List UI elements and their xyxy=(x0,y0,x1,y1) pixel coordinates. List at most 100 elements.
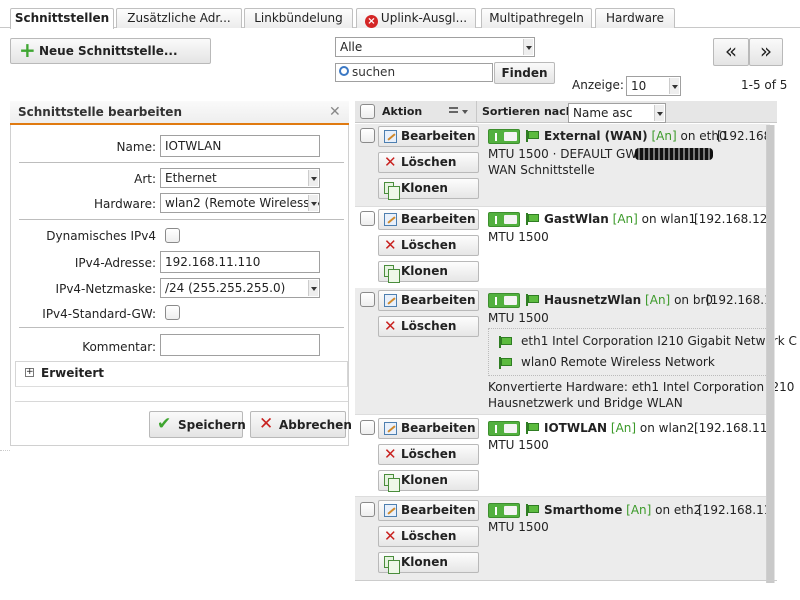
dynamic-ipv4-checkbox[interactable] xyxy=(165,228,180,243)
list-item: Bearbeiten ✕ Löschen HausnetzWlan [An] on… xyxy=(355,288,797,414)
display-count-select[interactable]: 10 xyxy=(626,76,681,96)
interface-title: IOTWLAN [An] on wlan2 xyxy=(544,421,694,435)
enable-toggle[interactable] xyxy=(488,129,520,144)
delete-icon: ✕ xyxy=(384,153,397,171)
left-gutter xyxy=(0,450,10,580)
enable-toggle[interactable] xyxy=(488,212,520,227)
enable-toggle[interactable] xyxy=(488,503,520,518)
enable-toggle[interactable] xyxy=(488,421,520,436)
find-button[interactable]: Finden xyxy=(494,62,555,84)
ipv4-netmask-select[interactable]: /24 (255.255.255.0) xyxy=(160,278,320,298)
edit-button[interactable]: Bearbeiten xyxy=(378,209,479,230)
interface-title: GastWlan [An] on wlan1 xyxy=(544,212,696,226)
error-icon: × xyxy=(364,15,378,28)
status-badge: [An] xyxy=(612,212,638,226)
enable-toggle[interactable] xyxy=(488,293,520,308)
member-list: eth1 Intel Corporation I210 Gigabit Netw… xyxy=(488,328,797,376)
sort-select[interactable]: Name asc xyxy=(568,103,666,123)
dynamic-ipv4-label: Dynamisches IPv4 xyxy=(46,229,156,243)
clone-button[interactable]: Klonen xyxy=(378,178,479,200)
ipv4-gw-label: IPv4-Standard-GW: xyxy=(42,307,156,321)
tab-linkbuendelung[interactable]: Linkbündelung xyxy=(244,8,353,28)
prev-page-button[interactable]: « xyxy=(713,38,749,66)
next-page-button[interactable]: » xyxy=(749,38,783,66)
interface-name: External (WAN) xyxy=(544,129,648,143)
sort-label: Sortieren nach: xyxy=(482,105,578,118)
status-badge: [An] xyxy=(645,293,671,307)
cancel-label: Abbrechen xyxy=(279,418,352,432)
tab-zusaetzliche-adressen[interactable]: Zusätzliche Adr... xyxy=(116,8,242,28)
new-interface-button[interactable]: + Neue Schnittstelle... xyxy=(10,38,211,64)
edit-panel-title-text: Schnittstelle bearbeiten xyxy=(18,105,182,119)
list-scrollbar-thumb[interactable] xyxy=(767,125,774,583)
sort-select-value: Name asc xyxy=(573,106,633,120)
interface-details: MTU 1500 xyxy=(488,520,549,534)
tab-hardware[interactable]: Hardware xyxy=(595,8,675,28)
delete-label: Löschen xyxy=(401,238,457,252)
edit-button[interactable]: Bearbeiten xyxy=(378,290,479,311)
clone-label: Klonen xyxy=(401,473,448,487)
delete-label: Löschen xyxy=(401,155,457,169)
delete-icon: ✕ xyxy=(384,527,397,545)
member-wlan0: wlan0 Remote Wireless Network xyxy=(521,355,715,369)
delete-icon: ✕ xyxy=(384,445,397,463)
select-all-checkbox[interactable] xyxy=(360,104,375,119)
status-badge: [An] xyxy=(610,421,637,435)
tab-uplink-ausgleich[interactable]: × Uplink-Ausgl... xyxy=(356,8,476,28)
ipv4-netmask-value: /24 (255.255.255.0) xyxy=(165,281,286,295)
type-select[interactable]: Ethernet xyxy=(160,168,320,188)
edit-button[interactable]: Bearbeiten xyxy=(378,418,479,439)
row-checkbox[interactable] xyxy=(360,128,375,143)
clone-button[interactable]: Klonen xyxy=(378,470,479,492)
ipv4-gw-checkbox[interactable] xyxy=(165,305,180,320)
flag-icon xyxy=(526,294,539,306)
interface-name: IOTWLAN xyxy=(544,421,608,435)
interface-ip: [192.168 xyxy=(717,129,772,143)
delete-button[interactable]: ✕ Löschen xyxy=(378,316,479,337)
name-field[interactable]: IOTWLAN xyxy=(160,135,320,157)
delete-button[interactable]: ✕ Löschen xyxy=(378,444,479,465)
ipv4-address-field[interactable]: 192.168.11.110 xyxy=(160,251,320,273)
clone-label: Klonen xyxy=(401,555,448,569)
delete-button[interactable]: ✕ Löschen xyxy=(378,152,479,173)
row-checkbox[interactable] xyxy=(360,292,375,307)
clone-icon xyxy=(384,556,400,574)
tab-schnittstellen[interactable]: Schnittstellen xyxy=(10,8,114,29)
edit-icon xyxy=(384,294,397,307)
search-input[interactable]: suchen xyxy=(335,63,493,82)
tab-multipathregeln[interactable]: Multipathregeln xyxy=(481,8,592,28)
edit-icon xyxy=(384,422,397,435)
edit-button[interactable]: Bearbeiten xyxy=(378,500,479,521)
row-checkbox[interactable] xyxy=(360,420,375,435)
type-label: Art: xyxy=(134,172,156,186)
interface-details: MTU 1500 xyxy=(488,230,549,244)
close-icon[interactable]: ✕ xyxy=(329,104,341,120)
list-item: Bearbeiten ✕ Löschen Klonen Smarthome [An… xyxy=(355,496,775,580)
flag-icon xyxy=(499,357,512,369)
edit-label: Bearbeiten xyxy=(401,212,476,226)
row-checkbox[interactable] xyxy=(360,502,375,517)
edit-icon xyxy=(384,504,397,517)
member-eth1: eth1 Intel Corporation I210 Gigabit Netw… xyxy=(521,334,797,348)
hardware-select-value: wlan2 (Remote Wireless N xyxy=(165,196,320,210)
advanced-section[interactable]: + Erweitert xyxy=(15,361,348,387)
save-button[interactable]: ✔ Speichern xyxy=(149,411,246,438)
interface-details: MTU 1500 xyxy=(488,438,549,452)
cancel-x-icon: ✕ xyxy=(259,414,274,434)
column-menu-icon[interactable] xyxy=(449,106,471,118)
clone-button[interactable]: Klonen xyxy=(378,261,479,283)
comment-field[interactable] xyxy=(160,334,320,356)
flag-icon xyxy=(526,422,539,434)
delete-button[interactable]: ✕ Löschen xyxy=(378,235,479,256)
row-checkbox[interactable] xyxy=(360,211,375,226)
action-header: Aktion xyxy=(382,105,423,118)
comment-label: Kommentar: xyxy=(82,340,156,354)
hardware-select[interactable]: wlan2 (Remote Wireless N xyxy=(160,193,320,213)
cancel-button[interactable]: ✕ Abbrechen xyxy=(250,411,352,438)
chevron-down-icon xyxy=(308,280,318,296)
filter-select[interactable]: Alle xyxy=(335,37,535,57)
clone-button[interactable]: Klonen xyxy=(378,552,479,574)
delete-button[interactable]: ✕ Löschen xyxy=(378,526,479,547)
edit-button[interactable]: Bearbeiten xyxy=(378,126,479,147)
clone-icon xyxy=(384,265,400,283)
